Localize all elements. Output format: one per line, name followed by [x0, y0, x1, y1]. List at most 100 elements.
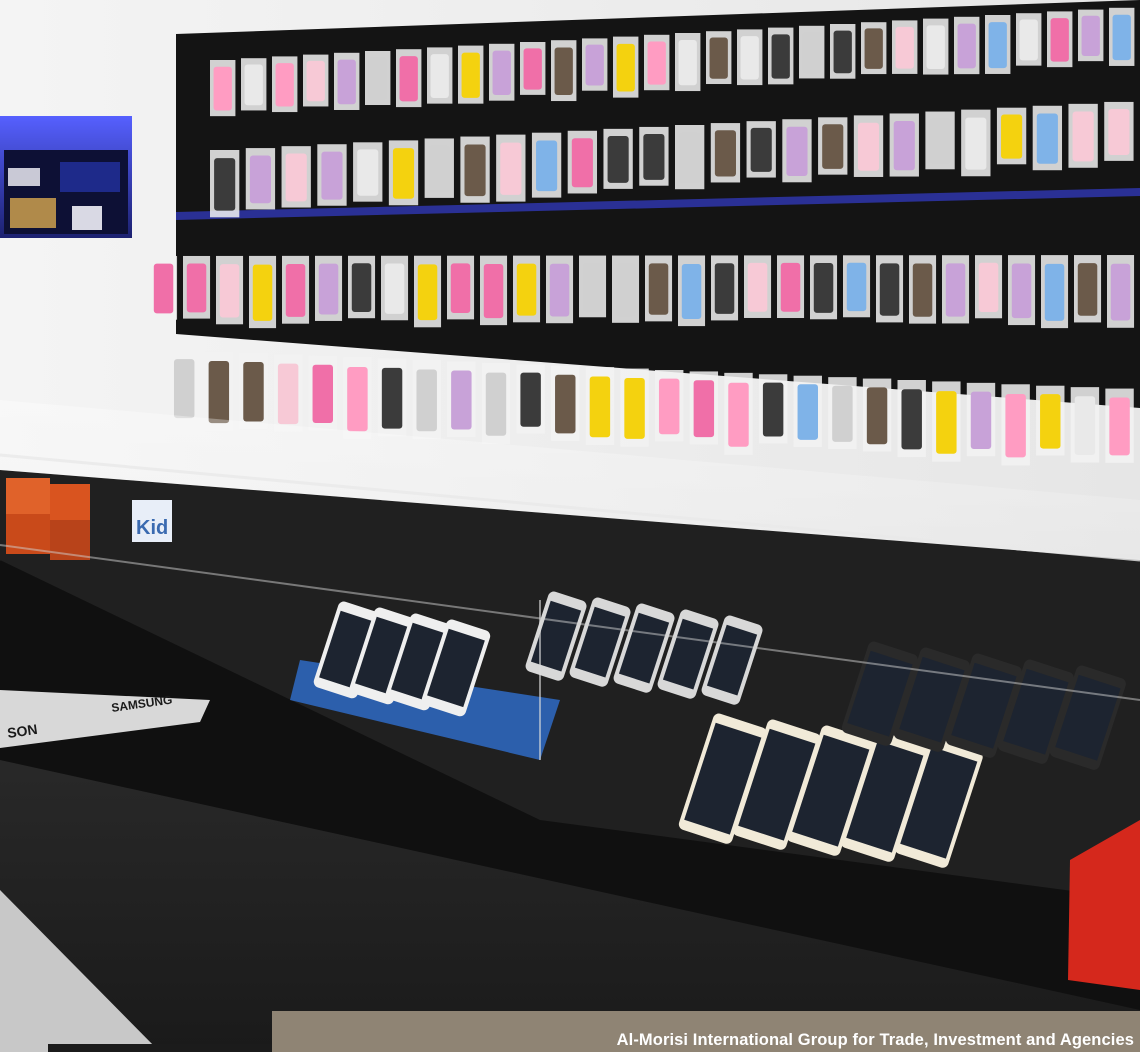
- case-pack: [889, 113, 919, 177]
- case-pack: [923, 18, 949, 75]
- case-pack: [932, 381, 961, 462]
- case-pack: [1105, 388, 1134, 463]
- case-pack: [612, 255, 640, 323]
- caption-text: Al-Morisi International Group for Trade,…: [616, 1031, 1134, 1049]
- case-pack: [843, 255, 871, 318]
- case-pack: [777, 255, 805, 319]
- case-pack: [744, 255, 772, 318]
- case-pack: [645, 255, 673, 322]
- case-pack: [689, 371, 719, 445]
- case-pack: [1107, 255, 1135, 328]
- case-pack: [273, 354, 303, 432]
- case-pack: [655, 370, 684, 442]
- case-pack: [489, 43, 515, 101]
- case-pack: [513, 255, 541, 323]
- case-pack: [458, 45, 484, 104]
- case-pack: [308, 355, 337, 431]
- case-pack: [480, 255, 508, 326]
- case-pack: [239, 352, 268, 430]
- case-pack: [853, 115, 884, 177]
- case-pack: [424, 138, 454, 198]
- case-pack: [810, 255, 838, 320]
- case-pack: [1008, 255, 1036, 326]
- case-pack: [724, 372, 753, 455]
- case-pack: [348, 255, 376, 319]
- case-pack: [737, 29, 763, 86]
- case-pack: [758, 374, 788, 444]
- case-pack: [828, 377, 857, 450]
- case-pack: [447, 361, 476, 438]
- case-pack: [710, 123, 741, 183]
- case-pack: [282, 255, 310, 324]
- case-pack: [746, 121, 776, 178]
- case-pack: [861, 22, 887, 75]
- case-pack: [818, 117, 848, 175]
- case-pack: [925, 111, 955, 170]
- case-pack: [315, 255, 343, 321]
- case-pack: [1016, 13, 1042, 66]
- case-pack: [381, 255, 409, 321]
- case-pack: [520, 42, 546, 95]
- case-pack: [303, 54, 329, 107]
- case-pack: [793, 375, 822, 447]
- case-pack: [546, 255, 574, 324]
- case-pack: [460, 136, 490, 203]
- case-pack: [447, 255, 475, 320]
- case-pack: [1078, 9, 1104, 62]
- store-photo: SAMSUNG SON Kid Al-Morisi International …: [0, 0, 1140, 1052]
- case-pack: [620, 368, 649, 447]
- case-pack: [377, 358, 407, 437]
- case-pack: [961, 109, 991, 177]
- case-pack: [281, 146, 311, 208]
- case-pack: [567, 130, 598, 194]
- case-pack: [396, 49, 422, 108]
- wall-niche: [0, 116, 132, 238]
- case-pack: [334, 52, 360, 110]
- case-pack: [551, 365, 580, 441]
- case-pack: [876, 255, 904, 323]
- case-pack: [675, 33, 701, 92]
- case-pack: [170, 350, 199, 426]
- case-pack: [365, 51, 391, 106]
- case-pack: [579, 255, 607, 318]
- case-pack: [531, 132, 562, 198]
- case-pack: [613, 36, 639, 98]
- case-pack: [706, 31, 732, 85]
- case-pack: [1036, 385, 1065, 456]
- case-pack: [644, 34, 670, 91]
- case-pack: [830, 24, 856, 79]
- case-pack: [272, 56, 298, 113]
- case-pack: [768, 27, 794, 85]
- case-pack: [585, 367, 615, 446]
- case-pack: [353, 142, 383, 202]
- case-pack: [210, 150, 240, 218]
- case-pack: [897, 380, 926, 458]
- case-pack: [1109, 7, 1135, 66]
- case-pack: [862, 378, 892, 452]
- case-pack: [245, 148, 276, 210]
- case-pack: [782, 119, 812, 183]
- case-pack: [603, 128, 633, 189]
- case-pack: [317, 144, 347, 206]
- case-pack: [954, 16, 980, 75]
- case-pack: [216, 255, 244, 325]
- photo-illustration: SAMSUNG SON Kid: [0, 0, 1140, 1052]
- case-pack: [241, 58, 267, 111]
- case-pack: [249, 255, 277, 329]
- case-pack: [996, 107, 1027, 165]
- case-pack: [582, 38, 608, 91]
- case-pack: [1070, 387, 1100, 463]
- case-pack: [388, 140, 419, 206]
- case-pack: [183, 255, 211, 319]
- case-pack: [1047, 11, 1073, 68]
- case-pack: [975, 255, 1003, 319]
- case-pack: [909, 255, 937, 324]
- case-pack: [414, 255, 442, 328]
- case-pack: [412, 360, 441, 440]
- case-pack: [675, 125, 705, 190]
- case-pack: [496, 134, 526, 202]
- case-pack: [985, 15, 1011, 74]
- case-pack: [1041, 255, 1069, 329]
- case-pack: [551, 40, 577, 102]
- case-pack: [1032, 105, 1063, 171]
